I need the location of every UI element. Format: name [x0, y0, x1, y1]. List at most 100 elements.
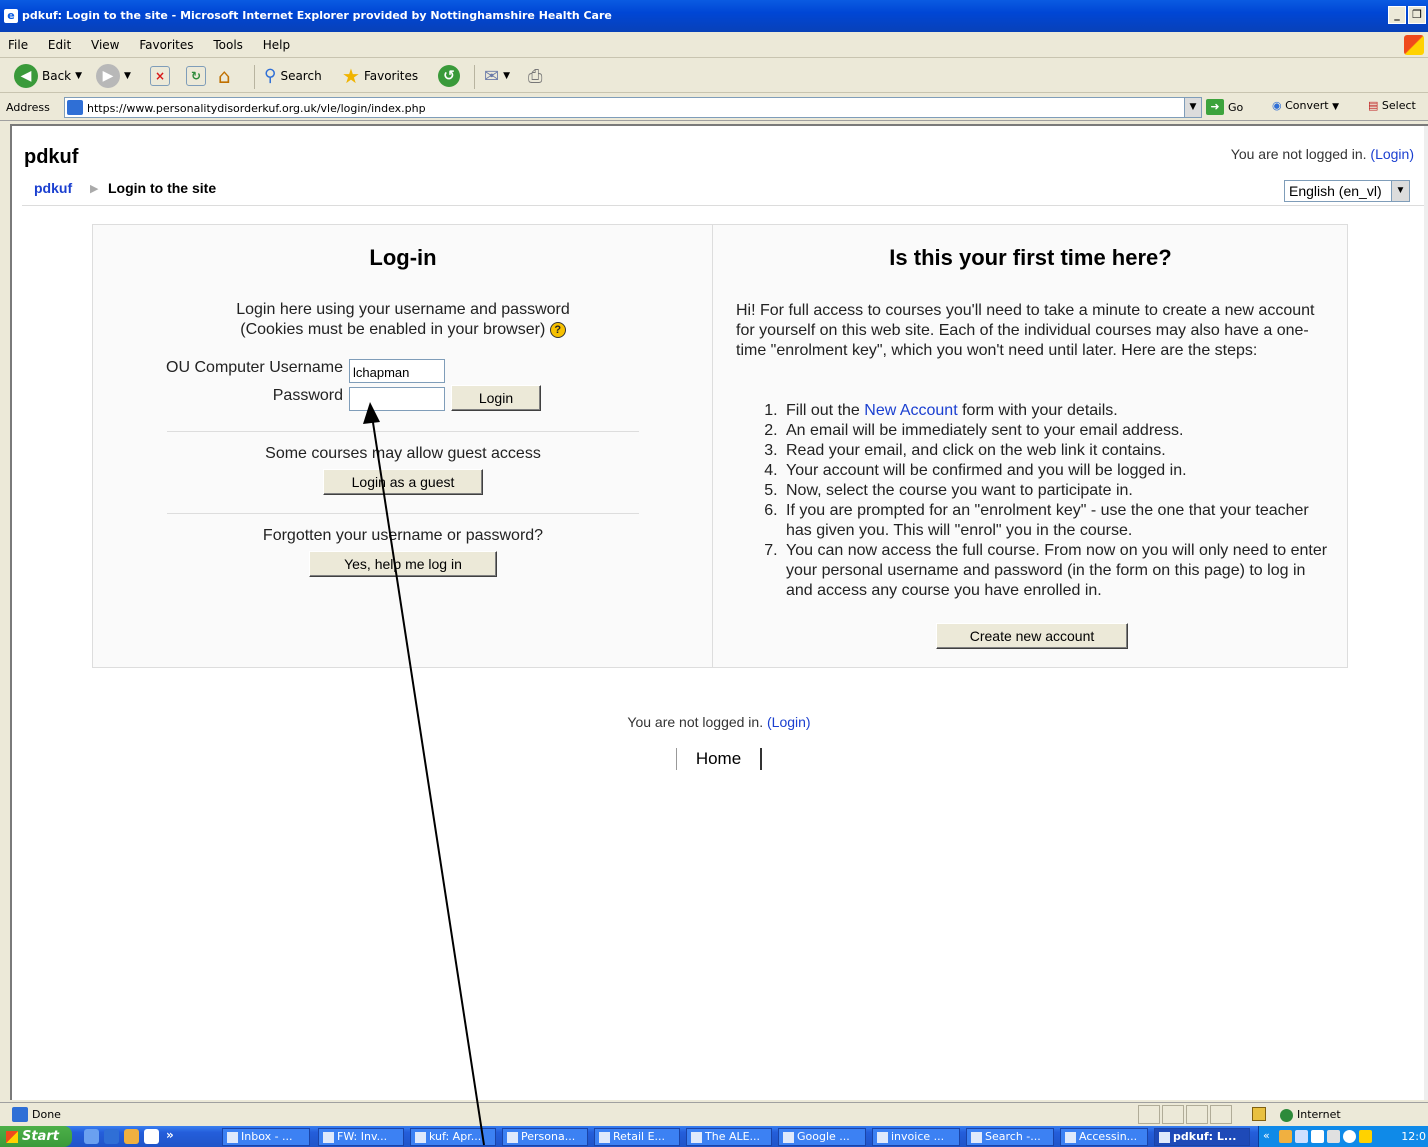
help-tray-icon[interactable]	[1311, 1130, 1324, 1143]
signup-steps: Fill out the New Account form with your …	[736, 401, 1336, 601]
status-cell	[1210, 1105, 1232, 1124]
status-text: Done	[32, 1108, 61, 1121]
desktop-quicklaunch-icon[interactable]	[84, 1129, 99, 1144]
back-button[interactable]: ◀ Back ▼	[14, 63, 82, 89]
ie-icon	[971, 1131, 982, 1143]
menu-edit[interactable]: Edit	[40, 32, 79, 52]
browser-toolbar: ◀ Back ▼ ▶ ▼ × ↻ ⌂ ⚲ Search ★ Favorites …	[0, 59, 1428, 93]
print-button[interactable]: ⎙	[528, 63, 542, 89]
favorites-button[interactable]: ★ Favorites	[342, 63, 418, 89]
word-quicklaunch-icon[interactable]	[144, 1129, 159, 1144]
convert-button[interactable]: ◉ Convert ▼	[1272, 99, 1339, 112]
back-arrow-icon: ◀	[14, 64, 38, 88]
network-tray-icon[interactable]	[1295, 1130, 1308, 1143]
stop-button[interactable]: ×	[150, 63, 170, 89]
minimize-button[interactable]: _	[1388, 6, 1406, 24]
list-item: Fill out the New Account form with your …	[782, 401, 1336, 421]
chevron-down-icon: ▼	[503, 71, 511, 81]
mail-button[interactable]: ✉ ▼	[484, 63, 510, 89]
username-input[interactable]: lchapman	[349, 359, 445, 383]
login-link[interactable]: (Login)	[1370, 146, 1414, 162]
signup-heading: Is this your first time here?	[889, 245, 1172, 270]
refresh-button[interactable]: ↻	[186, 63, 206, 89]
search-button[interactable]: ⚲ Search	[264, 63, 322, 89]
tray-expand-icon[interactable]: «	[1263, 1129, 1270, 1142]
scrollbar[interactable]	[1424, 126, 1428, 1100]
start-button[interactable]: Start	[0, 1126, 72, 1147]
outlook-tray-icon[interactable]	[1279, 1130, 1292, 1143]
taskbar-item[interactable]: FW: Inv...	[318, 1128, 404, 1146]
taskbar-item[interactable]: The ALE...	[686, 1128, 772, 1146]
taskbar-item[interactable]: Persona...	[502, 1128, 588, 1146]
address-bar: Address https://www.personalitydisorderk…	[0, 94, 1428, 121]
history-button[interactable]: ↺	[438, 63, 460, 89]
window-controls: _ ❐	[1388, 6, 1426, 24]
window-titlebar: e pdkuf: Login to the site - Microsoft I…	[0, 0, 1428, 32]
ie-icon	[599, 1131, 610, 1143]
footer-login-status: You are not logged in. (Login)	[627, 714, 811, 730]
password-input[interactable]	[349, 387, 445, 411]
system-tray: « 12:0	[1258, 1126, 1428, 1147]
windows-flag-icon	[6, 1130, 18, 1143]
taskbar-item-active[interactable]: pdkuf: L...	[1154, 1128, 1250, 1146]
breadcrumb-home-link[interactable]: pdkuf	[34, 180, 72, 196]
taskbar-item[interactable]: Google ...	[778, 1128, 866, 1146]
language-select[interactable]: English (en_vl) ▼	[1284, 180, 1410, 202]
search-icon: ⚲	[264, 66, 277, 86]
help-me-log-in-button[interactable]: Yes, help me log in	[309, 551, 497, 577]
update-tray-icon[interactable]	[1359, 1130, 1372, 1143]
list-item: If you are prompted for an "enrolment ke…	[782, 501, 1336, 541]
globe-icon	[1280, 1108, 1293, 1122]
quicklaunch-more-icon[interactable]: »	[166, 1128, 174, 1142]
menu-favorites[interactable]: Favorites	[131, 32, 201, 52]
chevron-down-icon: ▼	[124, 71, 131, 81]
history-icon: ↺	[438, 65, 460, 87]
antivirus-tray-icon[interactable]	[1343, 1130, 1356, 1143]
signup-panel: Is this your first time here? Hi! For fu…	[714, 225, 1347, 667]
help-icon[interactable]: ?	[549, 321, 566, 338]
taskbar-item[interactable]: Accessin...	[1060, 1128, 1148, 1146]
go-button[interactable]: ➜ Go	[1206, 99, 1243, 115]
footer-login-link[interactable]: (Login)	[767, 714, 811, 730]
create-new-account-button[interactable]: Create new account	[936, 623, 1128, 649]
messenger-tray-icon[interactable]	[1327, 1130, 1340, 1143]
taskbar: Start » Inbox - ... FW: Inv... kuf: Apr.…	[0, 1126, 1428, 1147]
home-link[interactable]: Home	[676, 748, 762, 770]
ie-quicklaunch-icon[interactable]	[104, 1129, 119, 1144]
menu-help[interactable]: Help	[255, 32, 298, 52]
window-title: pdkuf: Login to the site - Microsoft Int…	[22, 9, 612, 22]
list-item: Now, select the course you want to parti…	[782, 481, 1336, 501]
select-button[interactable]: ▤ Select	[1368, 99, 1416, 112]
refresh-icon: ↻	[186, 66, 206, 86]
menu-tools[interactable]: Tools	[205, 32, 251, 52]
address-input[interactable]: https://www.personalitydisorderkuf.org.u…	[64, 97, 1202, 118]
login-button[interactable]: Login	[451, 385, 541, 411]
status-bar: Done Internet	[0, 1102, 1428, 1126]
address-dropdown-icon[interactable]: ▼	[1184, 98, 1201, 117]
forgotten-text: Forgotten your username or password?	[262, 527, 544, 544]
convert-icon: ◉	[1272, 99, 1282, 112]
page-icon	[67, 100, 83, 115]
toolbar-divider	[474, 65, 475, 89]
login-as-guest-button[interactable]: Login as a guest	[323, 469, 483, 495]
outlook-quicklaunch-icon[interactable]	[124, 1129, 139, 1144]
address-url: https://www.personalitydisorderkuf.org.u…	[87, 102, 426, 115]
taskbar-item[interactable]: invoice ...	[872, 1128, 960, 1146]
pdf-select-icon: ▤	[1368, 99, 1379, 112]
toolbar-divider	[254, 65, 255, 89]
menu-file[interactable]: File	[0, 32, 36, 52]
maximize-button[interactable]: ❐	[1408, 6, 1426, 24]
menu-view[interactable]: View	[83, 32, 127, 52]
chevron-down-icon: ▼	[1332, 102, 1340, 112]
forward-button[interactable]: ▶ ▼	[96, 63, 131, 89]
taskbar-item[interactable]: kuf: Apr...	[410, 1128, 496, 1146]
go-arrow-icon: ➜	[1206, 99, 1224, 115]
ie-icon	[507, 1131, 518, 1143]
taskbar-item[interactable]: Inbox - ...	[222, 1128, 310, 1146]
new-account-link[interactable]: New Account	[864, 402, 957, 419]
taskbar-item[interactable]: Retail E...	[594, 1128, 680, 1146]
status-cell	[1138, 1105, 1160, 1124]
home-button[interactable]: ⌂	[218, 63, 231, 89]
taskbar-item[interactable]: Search -...	[966, 1128, 1054, 1146]
status-cell	[1162, 1105, 1184, 1124]
